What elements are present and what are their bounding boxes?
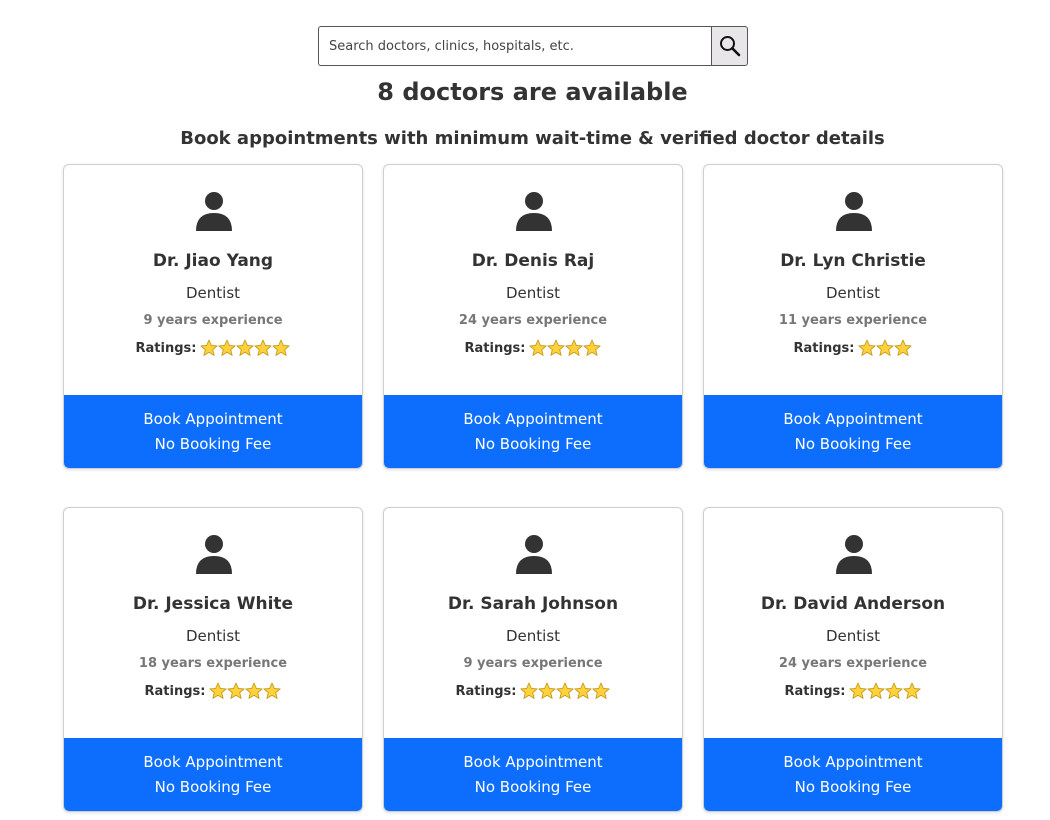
rating-stars (520, 682, 611, 700)
user-avatar-icon (836, 535, 872, 574)
star-icon (592, 682, 611, 699)
doctor-ratings: Ratings: (384, 682, 682, 700)
book-button-label: Book Appointment (463, 409, 603, 428)
star-icon (236, 339, 255, 356)
book-button-label: Book Appointment (143, 752, 283, 771)
book-appointment-button[interactable]: Book Appointment No Booking Fee (384, 395, 682, 468)
rating-stars (200, 339, 291, 357)
star-icon (538, 682, 557, 699)
user-avatar-icon (196, 192, 232, 231)
ratings-label: Ratings: (793, 340, 855, 356)
doctor-count-heading: 8 doctors are available (377, 78, 688, 106)
ratings-label: Ratings: (455, 683, 517, 699)
star-icon (218, 339, 237, 356)
search-bar (318, 26, 748, 66)
user-avatar-icon (516, 535, 552, 574)
book-appointment-button[interactable]: Book Appointment No Booking Fee (64, 395, 362, 468)
doctor-card: Dr. Jiao Yang Dentist 9 years experience… (63, 164, 363, 469)
book-appointment-button[interactable]: Book Appointment No Booking Fee (704, 738, 1002, 811)
doctor-ratings: Ratings: (704, 339, 1002, 357)
booking-fee-label: No Booking Fee (474, 777, 592, 796)
doctor-ratings: Ratings: (64, 339, 362, 357)
star-icon (227, 682, 246, 699)
star-icon (272, 339, 291, 356)
page-subtitle: Book appointments with minimum wait-time… (180, 128, 885, 149)
star-icon (263, 682, 282, 699)
book-appointment-button[interactable]: Book Appointment No Booking Fee (704, 395, 1002, 468)
doctor-specialty: Dentist (185, 284, 241, 302)
star-icon (583, 339, 602, 356)
book-button-label: Book Appointment (463, 752, 603, 771)
book-button-label: Book Appointment (783, 409, 923, 428)
star-icon (858, 339, 877, 356)
doctor-card: Dr. Denis Raj Dentist 24 years experienc… (383, 164, 683, 469)
doctor-name: Dr. Lyn Christie (780, 251, 926, 271)
doctor-ratings: Ratings: (64, 682, 362, 700)
star-icon (903, 682, 922, 699)
user-avatar-icon (836, 192, 872, 231)
doctor-specialty: Dentist (185, 627, 241, 645)
doctor-specialty: Dentist (505, 627, 561, 645)
ratings-label: Ratings: (135, 340, 197, 356)
user-avatar-icon (196, 535, 232, 574)
doctor-experience: 9 years experience (463, 656, 603, 671)
star-icon (885, 682, 904, 699)
booking-fee-label: No Booking Fee (154, 434, 272, 453)
star-icon (209, 682, 228, 699)
star-icon (200, 339, 219, 356)
booking-fee-label: No Booking Fee (154, 777, 272, 796)
search-button[interactable] (711, 26, 748, 66)
booking-fee-label: No Booking Fee (474, 434, 592, 453)
booking-fee-label: No Booking Fee (794, 434, 912, 453)
ratings-label: Ratings: (144, 683, 206, 699)
star-icon (894, 339, 913, 356)
star-icon (565, 339, 584, 356)
user-avatar-icon (516, 192, 552, 231)
book-appointment-button[interactable]: Book Appointment No Booking Fee (64, 738, 362, 811)
doctor-name: Dr. Sarah Johnson (447, 594, 619, 614)
rating-stars (529, 339, 602, 357)
ratings-label: Ratings: (464, 340, 526, 356)
doctor-name: Dr. Denis Raj (471, 251, 595, 271)
star-icon (867, 682, 886, 699)
doctor-card-grid: Dr. Jiao Yang Dentist 9 years experience… (63, 164, 1003, 812)
search-icon (719, 36, 740, 57)
doctor-ratings: Ratings: (384, 339, 682, 357)
doctor-card: Dr. Sarah Johnson Dentist 9 years experi… (383, 507, 683, 812)
doctor-specialty: Dentist (505, 284, 561, 302)
doctor-card: Dr. Lyn Christie Dentist 11 years experi… (703, 164, 1003, 469)
star-icon (849, 682, 868, 699)
doctor-experience: 11 years experience (778, 313, 928, 328)
doctor-experience: 24 years experience (458, 313, 608, 328)
doctor-specialty: Dentist (825, 627, 881, 645)
star-icon (556, 682, 575, 699)
doctor-card: Dr. David Anderson Dentist 24 years expe… (703, 507, 1003, 812)
rating-stars (849, 682, 922, 700)
book-appointment-button[interactable]: Book Appointment No Booking Fee (384, 738, 682, 811)
star-icon (547, 339, 566, 356)
star-icon (245, 682, 264, 699)
star-icon (254, 339, 273, 356)
doctor-card: Dr. Jessica White Dentist 18 years exper… (63, 507, 363, 812)
ratings-label: Ratings: (784, 683, 846, 699)
star-icon (520, 682, 539, 699)
doctor-experience: 9 years experience (143, 313, 283, 328)
doctor-experience: 18 years experience (138, 656, 288, 671)
star-icon (876, 339, 895, 356)
rating-stars (858, 339, 913, 357)
book-button-label: Book Appointment (143, 409, 283, 428)
doctor-ratings: Ratings: (704, 682, 1002, 700)
star-icon (529, 339, 548, 356)
book-button-label: Book Appointment (783, 752, 923, 771)
doctor-specialty: Dentist (825, 284, 881, 302)
rating-stars (209, 682, 282, 700)
doctor-name: Dr. Jessica White (132, 594, 294, 614)
search-input[interactable] (318, 26, 711, 66)
doctor-name: Dr. Jiao Yang (152, 251, 274, 271)
booking-fee-label: No Booking Fee (794, 777, 912, 796)
doctor-name: Dr. David Anderson (760, 594, 946, 614)
doctor-experience: 24 years experience (778, 656, 928, 671)
star-icon (574, 682, 593, 699)
